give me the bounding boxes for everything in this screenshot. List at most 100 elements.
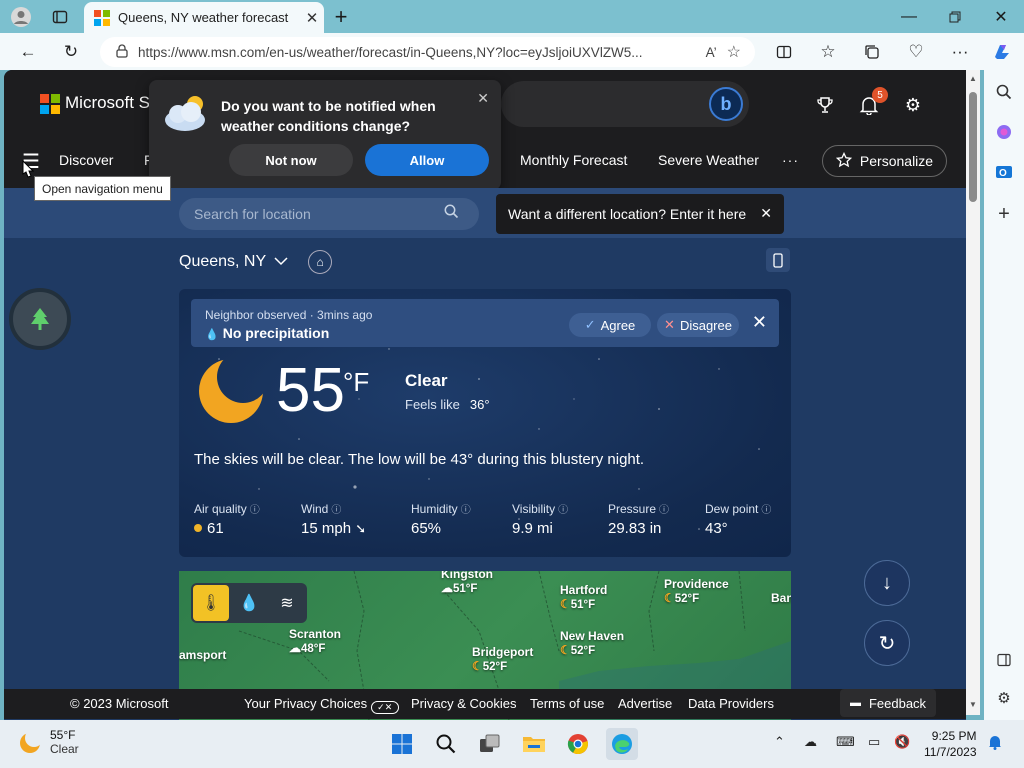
info-icon[interactable]: ⓘ [761,505,771,516]
close-window-icon[interactable]: ✕ [988,4,1014,30]
observation-close-icon[interactable]: ✕ [752,312,767,333]
disagree-button[interactable]: ✕ Disagree [657,313,739,337]
footer-privacy-cookies[interactable]: Privacy & Cookies [411,696,516,711]
address-bar[interactable]: https://www.msn.com/en-us/weather/foreca… [100,37,755,67]
sidebar-panel-icon[interactable] [992,648,1016,672]
web-search-box[interactable]: b [501,81,749,127]
onedrive-cloud-icon[interactable]: ☁ [804,734,817,750]
eco-tree-icon[interactable] [9,288,71,350]
chrome-icon[interactable] [562,728,594,760]
metric-pressure[interactable]: Pressure ⓘ 29.83 in [608,501,669,537]
footer-privacy-choices[interactable]: Your Privacy Choices ✓✕ [244,696,399,714]
favorite-star-icon[interactable]: ☆ [727,42,741,62]
taskbar-clock[interactable]: 9:25 PM 11/7/2023 [924,728,977,760]
browser-essentials-icon[interactable]: ♡ [902,38,930,66]
footer-data-providers[interactable]: Data Providers [688,696,774,711]
split-screen-icon[interactable] [770,38,798,66]
info-icon[interactable]: ⓘ [558,505,568,516]
map-city-scranton[interactable]: Scranton ☁48°F [289,627,341,655]
url-text[interactable]: https://www.msn.com/en-us/weather/foreca… [138,45,696,60]
metric-air-quality[interactable]: Air quality ⓘ 61 [194,501,260,537]
file-explorer-icon[interactable] [518,728,550,760]
mobile-device-icon[interactable] [766,248,790,272]
new-tab-icon[interactable]: + [328,4,354,30]
allow-button[interactable]: Allow [365,144,489,176]
tab-actions-icon[interactable] [47,4,73,30]
taskbar-weather-widget[interactable]: 55°F Clear [18,728,79,756]
personalize-button[interactable]: Personalize [822,145,947,177]
bing-icon[interactable]: b [709,87,743,121]
nav-item-discover[interactable]: Discover [59,152,113,168]
precipitation-layer-icon[interactable]: 💧 [231,585,267,621]
minimize-icon[interactable]: — [896,4,922,30]
map-city-kingston[interactable]: Kingston ☁51°F [441,571,493,595]
location-tip-close-icon[interactable]: ✕ [760,205,772,222]
tab-close-icon[interactable]: ✕ [300,9,324,27]
sidebar-outlook-icon[interactable]: O [992,160,1016,184]
refresh-icon[interactable]: ↻ [57,38,85,66]
edge-taskbar-icon[interactable] [606,728,638,760]
search-icon[interactable] [444,204,459,223]
back-icon[interactable]: ← [14,38,42,66]
profile-avatar-icon[interactable] [8,4,34,30]
scroll-up-arrow-icon[interactable]: ▲ [968,74,978,83]
chevron-down-icon[interactable] [274,253,288,271]
read-aloud-icon[interactable]: A’ [706,45,717,60]
tab-active[interactable]: Queens, NY weather forecast | M ✕ [84,2,324,33]
sidebar-search-icon[interactable] [992,80,1016,104]
scroll-down-small-arrow-icon[interactable]: ▼ [968,700,978,709]
favorites-icon[interactable]: ☆ [814,38,842,66]
wind-layer-icon[interactable]: ≋ [269,585,305,621]
show-hidden-icons-chevron-icon[interactable]: ⌃ [774,734,785,750]
page-scrollbar[interactable]: ▲ ▼ [966,70,980,715]
notifications-bell-icon[interactable]: 5 [856,87,888,118]
notification-center-bell-icon[interactable] [988,734,1002,753]
info-icon[interactable]: ⓘ [659,505,669,516]
copilot-icon[interactable] [988,38,1016,66]
temperature-unit[interactable]: °F [343,367,369,398]
metric-humidity[interactable]: Humidity ⓘ 65% [411,501,471,537]
map-city-partial-east[interactable]: Ban [771,591,791,605]
network-icon[interactable]: ▭ [868,734,880,750]
windows-start-icon[interactable] [386,728,418,760]
nav-item-monthly-forecast[interactable]: Monthly Forecast [520,152,627,168]
map-city-providence[interactable]: Providence ☾52°F [664,577,729,605]
info-icon[interactable]: ⓘ [461,505,471,516]
taskbar-search-icon[interactable] [430,728,462,760]
footer-terms[interactable]: Terms of use [530,696,604,711]
brand-text[interactable]: Microsoft St [65,93,155,113]
map-city-bridgeport[interactable]: Bridgeport ☾52°F [472,645,533,673]
metric-dew-point[interactable]: Dew point ⓘ 43° [705,501,771,537]
sidebar-settings-icon[interactable]: ⚙ [992,686,1016,710]
restore-icon[interactable] [942,4,968,30]
info-icon[interactable]: ⓘ [250,505,260,516]
metric-wind[interactable]: Wind ⓘ 15 mph ➘ [301,501,366,537]
not-now-button[interactable]: Not now [229,144,353,176]
footer-advertise[interactable]: Advertise [618,696,672,711]
home-location-icon[interactable]: ⌂ [308,250,333,274]
sidebar-copilot-icon[interactable] [992,120,1016,144]
more-menu-icon[interactable]: ··· [946,38,974,66]
map-city-new-haven[interactable]: New Haven ☾52°F [560,629,624,657]
collections-icon[interactable] [858,38,886,66]
location-search-input[interactable]: Search for location [179,198,479,230]
nav-more-icon[interactable]: ··· [782,152,799,168]
feedback-button[interactable]: ▬ Feedback [840,689,936,717]
map-city-hartford[interactable]: Hartford ☾51°F [560,583,607,611]
temperature-layer-icon[interactable]: 🌡 [193,585,229,621]
sidebar-add-icon[interactable]: + [992,202,1016,226]
nav-item-severe-weather[interactable]: Severe Weather [658,152,759,168]
location-name[interactable]: Queens, NY [179,253,266,271]
notify-close-icon[interactable]: ✕ [477,90,489,107]
refresh-page-icon[interactable]: ↻ [864,620,910,666]
keyboard-icon[interactable]: ⌨ [836,734,855,750]
metric-visibility[interactable]: Visibility ⓘ 9.9 mi [512,501,568,537]
agree-button[interactable]: ✓ Agree [569,313,651,337]
map-city-partial-west[interactable]: amsport [179,648,226,662]
info-icon[interactable]: ⓘ [331,505,341,516]
task-view-icon[interactable] [474,728,506,760]
scrollbar-thumb[interactable] [969,92,977,202]
microsoft-logo-icon[interactable] [40,94,60,114]
volume-muted-icon[interactable]: 🔇 [894,734,910,750]
rewards-trophy-icon[interactable] [812,92,838,118]
